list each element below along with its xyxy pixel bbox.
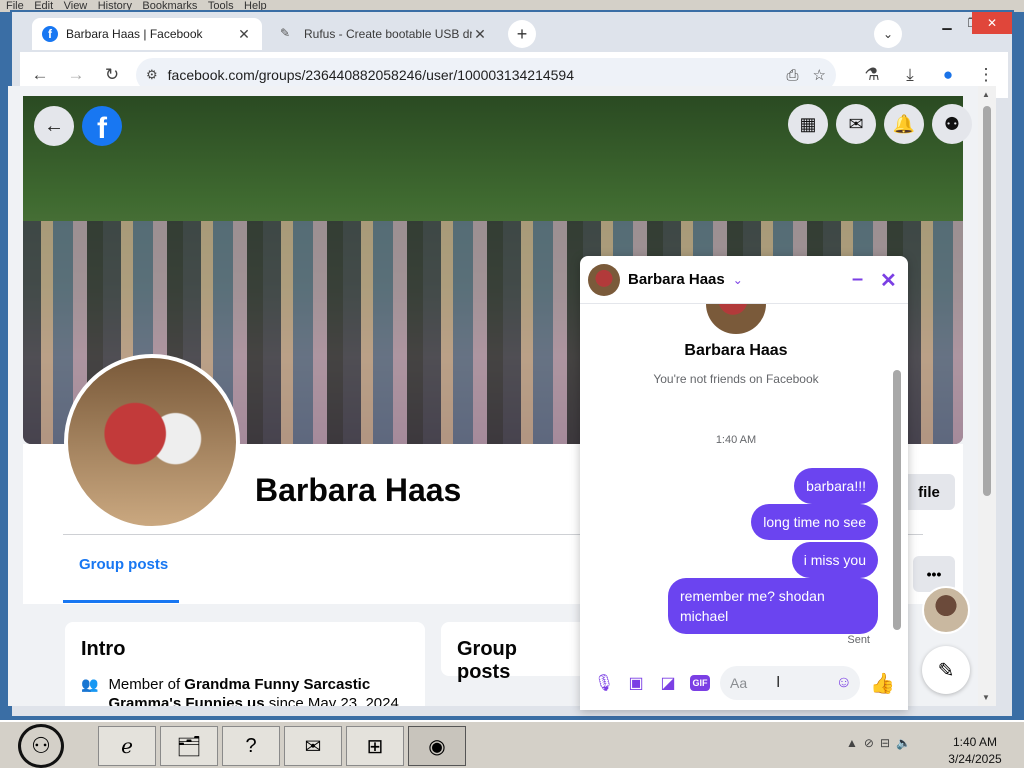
- chat-profile-avatar: [706, 304, 766, 334]
- profile-name: Barbara Haas: [255, 472, 462, 508]
- minimize-chat-icon[interactable]: –: [852, 268, 863, 291]
- member-since: since May 23, 2024: [264, 695, 399, 706]
- install-app-icon[interactable]: ⎙: [787, 67, 799, 84]
- file-manager-icon[interactable]: 🗂: [160, 726, 218, 766]
- messenger-icon[interactable]: ✉: [836, 104, 876, 144]
- scroll-down-icon[interactable]: ▼: [982, 693, 990, 702]
- chrome-icon[interactable]: ◉: [408, 726, 466, 766]
- start-button[interactable]: ⚇: [18, 724, 64, 768]
- message-input[interactable]: Aa I ☺: [720, 666, 860, 700]
- membership-row: 👥 Member of Grandma Funny Sarcastic Gram…: [81, 675, 409, 706]
- chat-header[interactable]: Barbara Haas ⌄ – ✕: [580, 256, 908, 304]
- group-posts-card: Group posts: [441, 622, 591, 683]
- gmail-icon[interactable]: ✉: [284, 726, 342, 766]
- message-bubble[interactable]: remember me? shodan michael: [668, 578, 878, 634]
- group-icon: 👥: [81, 676, 99, 692]
- message-bubble[interactable]: barbara!!!: [794, 468, 878, 504]
- monitor-icon[interactable]: ⊟: [880, 736, 890, 750]
- apps-grid-icon[interactable]: ▦: [788, 104, 828, 144]
- tab-title: Rufus - Create bootable USB dr: [304, 27, 472, 41]
- facebook-logo-icon[interactable]: f: [82, 106, 122, 146]
- url-text[interactable]: facebook.com/groups/236440882058246/user…: [168, 67, 773, 83]
- site-info-icon[interactable]: ⚙: [146, 67, 158, 83]
- tab-title: Barbara Haas | Facebook: [66, 27, 203, 41]
- group-posts-title: Group posts: [457, 638, 517, 683]
- chat-contact-name[interactable]: Barbara Haas: [628, 271, 725, 288]
- tab-facebook[interactable]: f Barbara Haas | Facebook ✕: [32, 18, 262, 50]
- minimize-button[interactable]: ▁: [934, 12, 960, 34]
- tab-rufus[interactable]: ✎ Rufus - Create bootable USB dr ✕: [270, 18, 498, 50]
- new-message-icon[interactable]: ✎: [922, 646, 970, 694]
- network-icon[interactable]: ⊘: [864, 736, 874, 750]
- active-tab-indicator: [63, 600, 179, 603]
- message-bubble[interactable]: i miss you: [791, 542, 878, 578]
- gif-icon[interactable]: GIF: [684, 667, 716, 699]
- chat-head-avatar[interactable]: [922, 586, 970, 634]
- text-cursor-icon: I: [776, 674, 781, 691]
- sticker-icon[interactable]: ◪: [652, 667, 684, 699]
- close-icon[interactable]: ✕: [880, 268, 897, 293]
- intro-card: Intro 👥 Member of Grandma Funny Sarcasti…: [65, 622, 425, 706]
- chat-composer: 🎙 ▣ ◪ GIF Aa I ☺ 👍: [580, 660, 908, 706]
- photo-icon[interactable]: ▣: [620, 667, 652, 699]
- message-bubble[interactable]: long time no see: [751, 504, 878, 540]
- tab-group-posts[interactable]: Group posts: [79, 556, 168, 573]
- back-arrow-icon[interactable]: ←: [34, 106, 74, 146]
- usb-icon: ✎: [280, 26, 291, 40]
- control-panel-icon[interactable]: ⊞: [346, 726, 404, 766]
- chat-scroll-thumb[interactable]: [893, 370, 901, 630]
- chevron-down-icon[interactable]: ⌄: [733, 273, 743, 287]
- account-avatar[interactable]: ⚉: [932, 104, 972, 144]
- new-tab-button[interactable]: +: [508, 20, 536, 48]
- bookmark-star-icon[interactable]: ☆: [813, 66, 826, 84]
- scroll-up-icon[interactable]: ▲: [982, 90, 990, 99]
- member-prefix: Member of: [108, 676, 185, 693]
- volume-icon[interactable]: 🔈: [896, 736, 911, 750]
- scroll-thumb[interactable]: [983, 106, 991, 496]
- system-tray: ▲ ⊘ ⊟ 🔈: [840, 736, 911, 750]
- chat-scrollbar[interactable]: [888, 304, 904, 652]
- facebook-icon: f: [42, 26, 58, 42]
- clock-date: 3/24/2025: [948, 752, 1002, 766]
- microphone-icon[interactable]: 🎙: [588, 667, 620, 699]
- not-friends-text: You're not friends on Facebook: [653, 372, 819, 386]
- taskbar: ⚇ ℯ 🗂 ? ✉ ⊞ ◉ ▲ ⊘ ⊟ 🔈 1:40 AM 3/24/2025: [0, 720, 1024, 768]
- chat-full-name: Barbara Haas: [684, 342, 788, 359]
- close-window-button[interactable]: ✕: [972, 12, 1012, 34]
- chat-timestamp: 1:40 AM: [715, 434, 757, 446]
- clock[interactable]: 1:40 AM 3/24/2025: [930, 734, 1020, 768]
- close-icon[interactable]: ✕: [236, 26, 252, 43]
- clock-time: 1:40 AM: [952, 735, 998, 749]
- profile-avatar[interactable]: [64, 354, 240, 530]
- tray-expand-icon[interactable]: ▲: [846, 736, 858, 750]
- tab-search-button[interactable]: ⌄: [874, 20, 902, 48]
- bell-icon[interactable]: 🔔: [884, 104, 924, 144]
- tab-strip: f Barbara Haas | Facebook ✕ ✎ Rufus - Cr…: [12, 12, 1012, 52]
- chat-body: Barbara Haas You're not friends on Faceb…: [580, 304, 892, 652]
- intro-title: Intro: [81, 638, 126, 660]
- close-icon[interactable]: ✕: [472, 26, 488, 43]
- thumbs-up-icon[interactable]: 👍: [870, 671, 895, 696]
- messenger-chat-window: Barbara Haas ⌄ – ✕ Barbara Haas You're n…: [580, 256, 908, 710]
- emoji-icon[interactable]: ☺: [836, 674, 852, 692]
- message-placeholder: Aa: [730, 675, 748, 691]
- help-icon[interactable]: ?: [222, 726, 280, 766]
- membership-text: Member of Grandma Funny Sarcastic Gramma…: [108, 675, 409, 706]
- view-profile-button[interactable]: file: [903, 474, 955, 510]
- chat-avatar[interactable]: [588, 263, 620, 296]
- message-status: Sent: [847, 634, 870, 646]
- internet-explorer-icon[interactable]: ℯ: [98, 726, 156, 766]
- page-scrollbar[interactable]: ▲ ▼: [978, 86, 996, 706]
